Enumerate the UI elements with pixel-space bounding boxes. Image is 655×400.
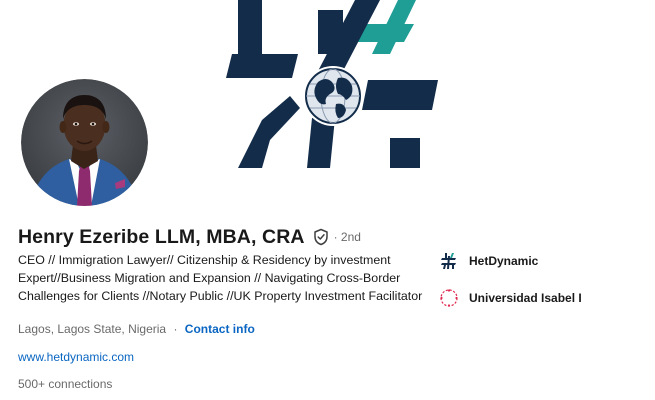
- hetdynamic-logo-icon: [438, 250, 460, 272]
- org-item-hetdynamic[interactable]: HetDynamic: [438, 250, 648, 272]
- banner-navy-bar-right: [362, 80, 438, 110]
- profile-card: Henry Ezeribe LLM, MBA, CRA · 2nd CEO //…: [0, 0, 655, 400]
- verified-shield-icon[interactable]: [312, 228, 330, 246]
- avatar-photo: [21, 79, 148, 206]
- profile-name: Henry Ezeribe LLM, MBA, CRA: [18, 225, 305, 248]
- contact-info-link[interactable]: Contact info: [185, 322, 255, 336]
- banner-navy-bottom-right: [390, 138, 420, 168]
- name-row: Henry Ezeribe LLM, MBA, CRA · 2nd: [18, 224, 361, 250]
- website-link[interactable]: www.hetdynamic.com: [18, 349, 134, 365]
- separator-dot: ·: [173, 322, 178, 336]
- connection-degree: · 2nd: [333, 230, 361, 244]
- avatar[interactable]: [21, 79, 148, 206]
- location-row: Lagos, Lagos State, Nigeria · Contact in…: [18, 321, 255, 337]
- profile-location: Lagos, Lagos State, Nigeria: [18, 322, 167, 336]
- organizations-list: HetDynamic Universidad Isabel I: [438, 250, 648, 324]
- banner-navy-bar-left: [226, 54, 298, 78]
- org-name-hetdynamic: HetDynamic: [469, 254, 539, 268]
- universidad-logo-icon: [438, 287, 460, 309]
- org-name-universidad-isabel: Universidad Isabel I: [469, 291, 582, 305]
- org-item-universidad-isabel[interactable]: Universidad Isabel I: [438, 287, 648, 309]
- banner-navy-stroke-center: [318, 10, 343, 54]
- banner-navy-diagonal-left: [238, 96, 300, 168]
- globe-icon: [303, 66, 363, 126]
- profile-headline: CEO // Immigration Lawyer// Citizenship …: [18, 253, 423, 303]
- connections-count: 500+ connections: [18, 377, 113, 391]
